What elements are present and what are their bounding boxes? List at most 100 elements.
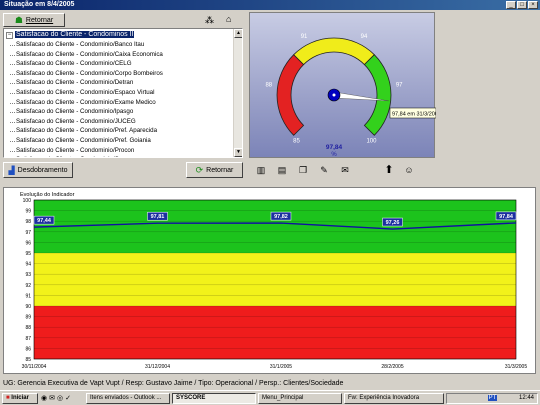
drilldown-icon: ▟ <box>8 165 15 175</box>
tree-scrollbar[interactable]: ▲ ▼ <box>233 29 242 157</box>
minimize-button[interactable]: _ <box>506 1 516 9</box>
data-label: 97,82 <box>274 214 288 220</box>
mail-icon[interactable]: ✉ <box>339 164 351 176</box>
x-tick-label: 30/11/2004 <box>22 364 47 370</box>
y-tick-label: 85 <box>25 357 31 363</box>
return-button[interactable]: ⟳ Retornar <box>186 162 243 178</box>
tree-item[interactable]: Satisfacao do Cliente - Condominio/Banco… <box>9 41 144 48</box>
tree-item[interactable]: Satisfacao do Cliente - Condominio/JUCEG <box>10 118 136 125</box>
taskbar-item-syscore[interactable]: SYSCORE <box>172 393 256 404</box>
tree-item[interactable]: Satisfacao do Cliente - Condominio/Ipasg… <box>9 108 133 115</box>
gauge-red-zone <box>276 54 305 136</box>
window-title-bar: Situação em 8/4/2005 <box>0 0 540 10</box>
taskbar-item-syscore-label: SYSCORE <box>176 395 206 401</box>
data-label: 97,44 <box>37 218 52 224</box>
y-tick-label: 88 <box>25 325 31 331</box>
copy-icon[interactable]: ❐ <box>297 164 309 176</box>
close-button[interactable]: × <box>528 1 538 9</box>
clock: 12:44 <box>518 395 534 401</box>
gauge-tick-label: 85 <box>293 138 300 144</box>
gauge-dial: 85 88 91 94 97 100 97,84% 97,84 em 31/3/2005 <box>265 34 440 158</box>
drilldown-button-label: Desdobramento <box>17 166 68 174</box>
y-tick-label: 92 <box>25 283 31 289</box>
y-tick-label: 94 <box>25 262 31 268</box>
quick-launch-icons[interactable]: ◉✉◎✓ <box>41 394 73 402</box>
tree-item[interactable]: Satisfacao do Cliente - Condominio/Detra… <box>9 79 133 86</box>
y-tick-label: 96 <box>25 240 31 246</box>
chart-band <box>34 253 516 306</box>
tree-item[interactable]: Satisfacao do Cliente - Condominio/CELG <box>10 60 132 67</box>
tree-item[interactable]: Satisfacao do Cliente - Condominio/Corpo… <box>10 70 163 77</box>
tree-root-label: Satisfacao do Cliente - Condominos II <box>14 31 135 38</box>
y-tick-label: 98 <box>25 219 31 225</box>
taskbar-item-outlook-label: Itens enviados - Outlook ... <box>90 395 162 401</box>
y-tick-label: 86 <box>25 346 31 352</box>
tree-item[interactable]: Satisfacao do Cliente - Condominio/Pref.… <box>9 127 157 134</box>
drilldown-button[interactable]: ▟ Desdobramento <box>3 162 73 178</box>
x-tick-label: 31/3/2005 <box>505 364 527 370</box>
person-icon: ☗ <box>14 14 23 25</box>
trend-up-arrow-icon: ⬆ <box>384 164 394 176</box>
chart-band <box>34 306 516 359</box>
data-label: 97,26 <box>386 220 400 226</box>
taskbar-item-outlook[interactable]: Itens enviados - Outlook ... <box>86 393 170 404</box>
window-controls: _ □ × <box>506 1 538 9</box>
back-button[interactable]: ☗ Retornar <box>3 13 65 27</box>
windows-logo-icon: ■ <box>6 395 10 401</box>
chart-icon[interactable]: ▥ <box>255 164 267 176</box>
y-tick-label: 89 <box>25 315 31 321</box>
y-tick-label: 87 <box>25 336 31 342</box>
gauge-panel: 85 88 91 94 97 100 97,84% 97,84 em 31/3/2005 <box>249 12 441 158</box>
y-tick-label: 100 <box>23 198 32 204</box>
y-tick-label: 93 <box>25 272 31 278</box>
language-indicator[interactable]: PT <box>487 395 498 401</box>
return-button-label: Retornar <box>206 166 234 174</box>
x-tick-label: 28/2/2005 <box>381 364 403 370</box>
y-tick-label: 90 <box>25 304 31 310</box>
home-icon[interactable]: ⌂ <box>226 14 231 24</box>
hierarchy-icon[interactable]: ⁂ <box>205 15 214 26</box>
taskbar-item-email[interactable]: Fw: Experiência Inovadora <box>344 393 444 404</box>
gauge-tick-label: 88 <box>265 83 272 89</box>
tree-item[interactable]: Satisfacao do Cliente - Condominio/Proco… <box>9 147 134 154</box>
gauge-unit-label: % <box>331 152 337 158</box>
maximize-button[interactable]: □ <box>517 1 527 9</box>
y-tick-label: 91 <box>25 293 31 299</box>
tree-item[interactable]: Satisfacao do Cliente - Condominio/Pref.… <box>10 137 151 144</box>
gauge-tick-label: 91 <box>301 34 308 40</box>
tree-content: − Satisfacao do Cliente - Condominos II … <box>4 29 233 157</box>
system-tray: PT 12:44 <box>446 393 538 404</box>
gauge-tooltip-text: 97,84 em 31/3/2005 <box>392 112 436 118</box>
scroll-down-icon[interactable]: ▼ <box>234 148 242 157</box>
gauge-tick-label: 94 <box>361 34 368 40</box>
start-label: Iniciar <box>11 395 29 401</box>
edit-icon[interactable]: ✎ <box>318 164 330 176</box>
status-text: UG: Gerencia Executiva de Vapt Vupt / Re… <box>3 380 344 387</box>
evolution-chart-panel: Evolução do Indicador 85 86 87 88 89 90 91 92 93 9… <box>3 187 536 374</box>
start-button[interactable]: ■ Iniciar <box>2 393 38 404</box>
window-title: Situação em 8/4/2005 <box>4 1 75 8</box>
tree-item[interactable]: Satisfacao do Cliente - Condominio/Sanec… <box>16 156 139 157</box>
x-tick-label: 31/1/2005 <box>270 364 292 370</box>
collapse-icon[interactable]: − <box>6 32 13 39</box>
document-icon[interactable]: ▤ <box>276 164 288 176</box>
tree-item[interactable]: Satisfacao do Cliente - Condominio/Exame… <box>10 99 156 106</box>
tree-root[interactable]: − Satisfacao do Cliente - Condominos II <box>6 31 135 39</box>
taskbar-item-email-label: Fw: Experiência Inovadora <box>348 395 420 401</box>
evolution-chart: Evolução do Indicador8586878889909192939… <box>20 192 527 370</box>
gauge-tick-label: 97 <box>396 83 403 89</box>
gauge-value-label: 97,84 <box>326 144 343 151</box>
indicator-tree[interactable]: − Satisfacao do Cliente - Condominos II … <box>3 28 243 158</box>
tree-item[interactable]: Satisfacao do Cliente - Condominio/Espac… <box>10 89 155 96</box>
taskbar-item-menu[interactable]: Menu_Principal <box>258 393 342 404</box>
data-label: 97,84 <box>499 214 514 220</box>
gauge-tick-label: 100 <box>366 138 377 144</box>
gauge-yellow-zone <box>293 37 375 66</box>
tree-item[interactable]: Satisfacao do Cliente - Condominio/Caixa… <box>10 51 163 58</box>
scroll-up-icon[interactable]: ▲ <box>234 29 242 38</box>
taskbar: ■ Iniciar ◉✉◎✓ Itens enviados - Outlook … <box>0 390 540 405</box>
x-tick-label: 31/12/2004 <box>145 364 170 370</box>
smiley-icon: ☺ <box>404 165 414 175</box>
y-tick-label: 99 <box>25 209 31 215</box>
y-tick-label: 95 <box>25 251 31 257</box>
